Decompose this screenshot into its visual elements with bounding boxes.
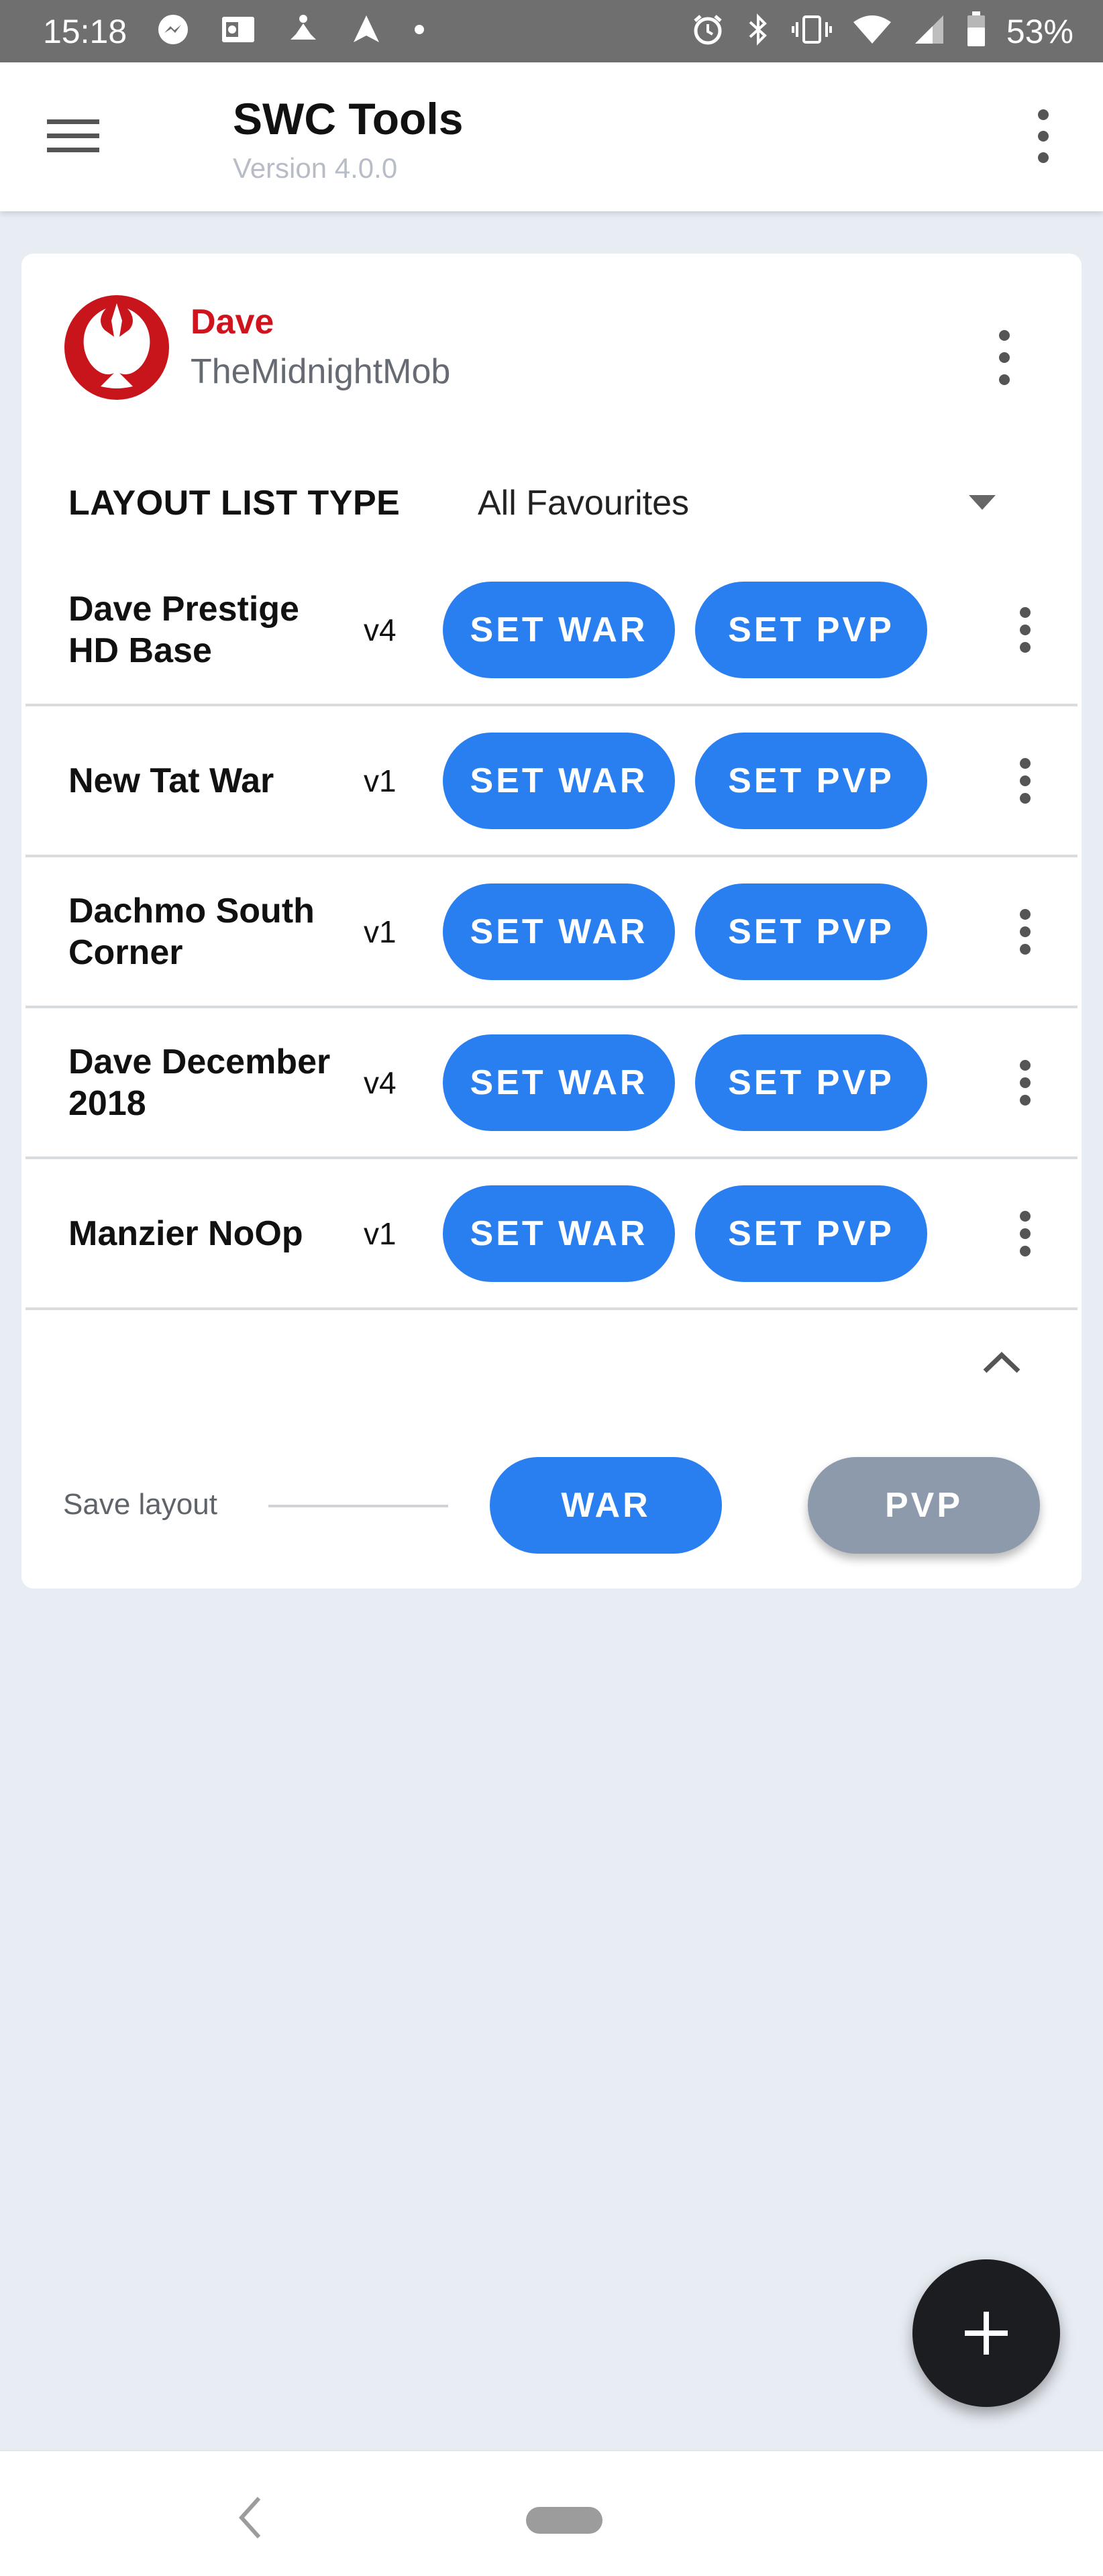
layout-list: Dave Prestige HD Base v4 SET WAR SET PVP…: [25, 555, 1078, 1310]
rebel-alliance-icon: [63, 294, 170, 401]
layout-version: v1: [364, 914, 397, 949]
save-layout-label: Save layout: [63, 1488, 217, 1521]
set-war-button[interactable]: SET WAR: [443, 581, 675, 678]
status-time: 15:18: [43, 12, 127, 50]
save-pvp-button[interactable]: PVP: [808, 1457, 1040, 1554]
layout-row: New Tat War v1 SET WAR SET PVP: [25, 706, 1078, 857]
battery-icon: [966, 11, 986, 51]
set-war-button[interactable]: SET WAR: [443, 883, 675, 980]
status-bar: 15:18 53%: [0, 0, 1103, 62]
layout-version: v4: [364, 1065, 397, 1100]
overflow-menu-icon[interactable]: [1027, 103, 1060, 170]
layout-list-type-label: LAYOUT LIST TYPE: [68, 484, 401, 523]
player-guild: TheMidnightMob: [191, 352, 451, 391]
layout-list-type-value: All Favourites: [478, 484, 689, 523]
set-pvp-button[interactable]: SET PVP: [695, 732, 927, 829]
layout-name: Dave Prestige HD Base: [68, 589, 299, 670]
layout-list-type-dropdown[interactable]: All Favourites: [458, 466, 1021, 539]
outlook-icon: [219, 13, 257, 50]
set-pvp-button[interactable]: SET PVP: [695, 883, 927, 980]
signal-icon: [912, 13, 946, 50]
layout-name: Dachmo South Corner: [68, 891, 315, 972]
system-navigation-bar: [0, 2450, 1103, 2576]
home-pill[interactable]: [526, 2507, 602, 2534]
save-layout-divider: [268, 1505, 448, 1507]
wifi-icon: [852, 13, 892, 50]
player-name: Dave: [191, 303, 274, 341]
save-war-button[interactable]: WAR: [490, 1457, 722, 1554]
set-pvp-button[interactable]: SET PVP: [695, 581, 927, 678]
layout-name: Manzier NoOp: [68, 1214, 303, 1253]
bluetooth-icon: [745, 13, 772, 50]
row-more-icon[interactable]: [1012, 1049, 1039, 1116]
app-title: SWC Tools: [233, 94, 464, 144]
alarm-icon: [691, 13, 725, 50]
set-war-button[interactable]: SET WAR: [443, 732, 675, 829]
app-bar: SWC Tools Version 4.0.0: [0, 62, 1103, 211]
layout-version: v1: [364, 763, 397, 798]
set-war-button[interactable]: SET WAR: [443, 1034, 675, 1131]
chevron-up-icon[interactable]: [978, 1346, 1025, 1379]
set-pvp-button[interactable]: SET PVP: [695, 1034, 927, 1131]
system-icons: 53%: [691, 11, 1073, 51]
vibrate-icon: [791, 13, 832, 50]
meditation-icon: [286, 13, 320, 50]
row-more-icon[interactable]: [1012, 1200, 1039, 1267]
dot-icon: [413, 23, 426, 40]
player-card: Dave TheMidnightMob LAYOUT LIST TYPE All…: [21, 254, 1082, 1589]
battery-percent: 53%: [1006, 12, 1073, 50]
layout-row: Dachmo South Corner v1 SET WAR SET PVP: [25, 857, 1078, 1008]
app-version: Version 4.0.0: [233, 152, 398, 184]
dropdown-arrow-icon: [967, 494, 997, 511]
row-more-icon[interactable]: [1012, 898, 1039, 965]
layout-name: Dave December 2018: [68, 1042, 331, 1123]
layout-row: Dave December 2018 v4 SET WAR SET PVP: [25, 1008, 1078, 1159]
plus-icon: [965, 2312, 1008, 2355]
layout-row: Dave Prestige HD Base v4 SET WAR SET PVP: [25, 555, 1078, 706]
messenger-icon: [156, 13, 190, 50]
menu-icon[interactable]: [47, 116, 101, 156]
layout-version: v4: [364, 612, 397, 647]
row-more-icon[interactable]: [1012, 747, 1039, 814]
layout-name: New Tat War: [68, 761, 274, 800]
back-icon[interactable]: [236, 2494, 263, 2541]
notification-icons: [156, 13, 426, 50]
row-more-icon[interactable]: [1012, 596, 1039, 663]
set-war-button[interactable]: SET WAR: [443, 1185, 675, 1282]
layout-version: v1: [364, 1216, 397, 1251]
layout-row: Manzier NoOp v1 SET WAR SET PVP: [25, 1159, 1078, 1310]
set-pvp-button[interactable]: SET PVP: [695, 1185, 927, 1282]
navigation-icon: [350, 13, 383, 50]
add-layout-button[interactable]: [912, 2259, 1060, 2407]
card-more-icon[interactable]: [988, 321, 1021, 394]
